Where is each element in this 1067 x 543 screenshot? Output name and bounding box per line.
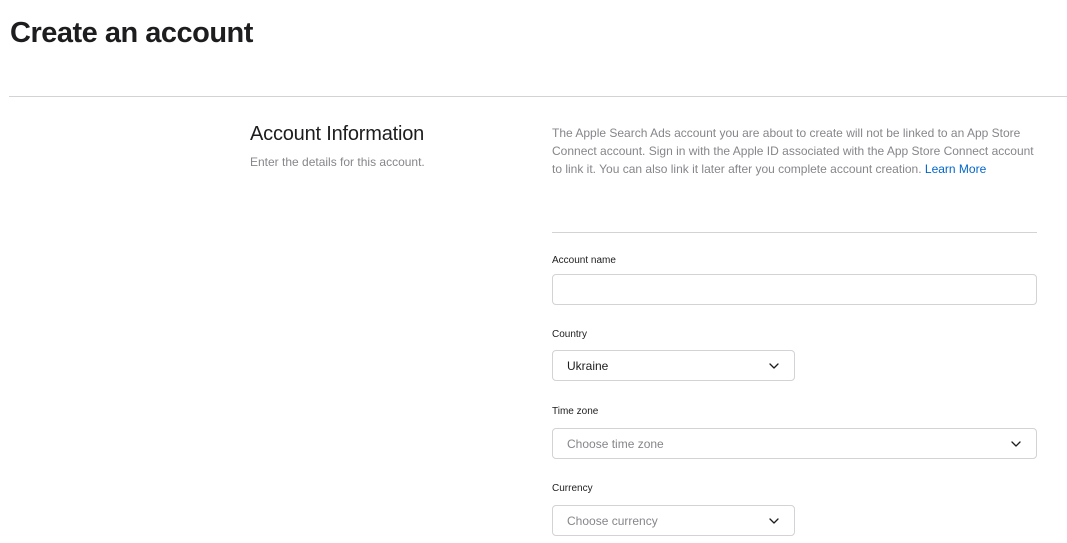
section-title: Account Information: [250, 123, 425, 145]
country-label: Country: [552, 329, 588, 340]
form-divider: [552, 232, 1037, 233]
time-zone-select[interactable]: Choose time zone: [552, 428, 1037, 459]
account-name-input[interactable]: [552, 274, 1037, 305]
notice-text: The Apple Search Ads account you are abo…: [552, 124, 1038, 178]
country-select[interactable]: Ukraine: [552, 350, 795, 381]
currency-placeholder: Choose currency: [567, 514, 658, 528]
currency-select[interactable]: Choose currency: [552, 505, 795, 536]
learn-more-link[interactable]: Learn More: [925, 162, 986, 176]
chevron-down-icon: [769, 363, 779, 369]
account-name-label: Account name: [552, 255, 616, 266]
time-zone-label: Time zone: [552, 406, 599, 417]
header-divider: [9, 96, 1067, 97]
time-zone-placeholder: Choose time zone: [567, 437, 664, 451]
country-select-value: Ukraine: [567, 359, 609, 373]
page-title: Create an account: [10, 17, 253, 49]
section-subtitle: Enter the details for this account.: [250, 155, 425, 169]
currency-label: Currency: [552, 483, 593, 494]
chevron-down-icon: [1011, 441, 1021, 447]
chevron-down-icon: [769, 518, 779, 524]
